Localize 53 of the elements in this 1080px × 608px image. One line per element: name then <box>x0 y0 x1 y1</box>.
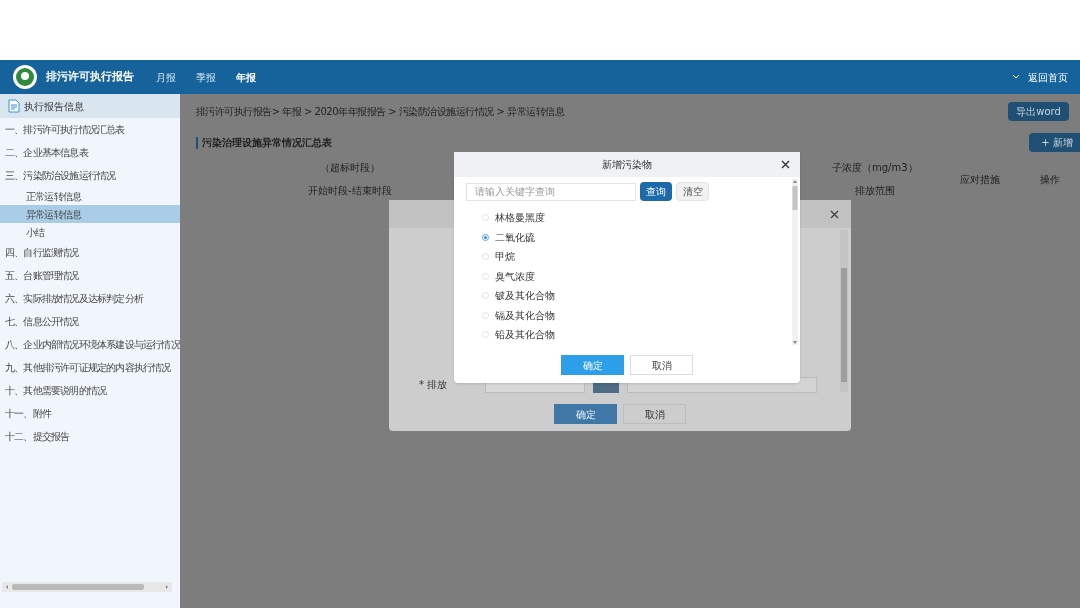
add-button[interactable]: + 新增 <box>1029 133 1080 152</box>
sidebar-item[interactable]: 十一、附件 <box>0 402 180 425</box>
nav-tab[interactable]: 年报 <box>236 69 256 85</box>
home-link[interactable]: 返回首页 <box>1028 69 1068 85</box>
column-header: 操作 <box>1039 172 1060 187</box>
column-header: 子浓度（mg/m3） <box>832 161 918 175</box>
sidebar-heading[interactable]: 执行报告信息 <box>0 94 180 118</box>
section-title: 污染治理设施异常情况汇总表 <box>201 136 332 150</box>
column-header: 开始时段-结束时段 <box>308 184 392 198</box>
breadcrumb: 排污许可执行报告> 年报 > 2020年年报报告 > 污染防治设施运行情况 > 异常运转信息 <box>195 105 565 119</box>
cancel-button[interactable]: 取消 <box>630 355 693 375</box>
sidebar-item[interactable]: 四、自行监测情况 <box>0 241 180 264</box>
sidebar-item[interactable]: 九、其他排污许可证规定的内容执行情况 <box>0 356 180 379</box>
nav-tab[interactable]: 季报 <box>196 69 216 85</box>
search-button[interactable]: 查询 <box>640 182 672 201</box>
option-label: 臭气浓度 <box>495 269 535 284</box>
option-label: 铍及其化合物 <box>495 289 555 304</box>
sidebar-item[interactable]: 五、台账管理情况 <box>0 264 180 287</box>
column-header: 排放范围 <box>854 184 895 198</box>
sidebar-item[interactable]: 六、实际排放情况及达标判定分析 <box>0 287 180 310</box>
field-label: * 排放 <box>419 378 448 392</box>
sidebar-item[interactable]: 七、信息公开情况 <box>0 310 180 333</box>
horizontal-scrollbar[interactable] <box>2 582 172 592</box>
modal-title: 新增污染物 <box>602 158 652 172</box>
close-icon[interactable] <box>830 209 839 219</box>
export-button[interactable]: 导出word <box>1008 102 1069 121</box>
column-header: （超标时段） <box>319 161 380 175</box>
sidebar-item[interactable]: 十、其他需要说明的情况 <box>0 379 180 402</box>
sidebar-item[interactable]: 十二、提交报告 <box>0 425 180 448</box>
sidebar-item[interactable]: 二、企业基本信息表 <box>0 141 180 164</box>
app-title: 排污许可执行报告 <box>46 68 134 85</box>
column-header: 应对措施 <box>959 172 1000 187</box>
emblem-icon <box>12 64 38 90</box>
confirm-button[interactable]: 确定 <box>554 404 617 424</box>
clear-button[interactable]: 清空 <box>676 182 709 201</box>
document-icon <box>8 99 20 113</box>
sidebar-item[interactable]: 三、污染防治设施运行情况 <box>0 164 180 187</box>
nav-tab[interactable]: 月报 <box>156 69 176 85</box>
sidebar-item[interactable]: 异常运转信息 <box>0 205 180 223</box>
sidebar-item[interactable]: 一、排污许可执行情况汇总表 <box>0 118 180 141</box>
vertical-scrollbar[interactable] <box>792 179 798 345</box>
chevron-down-icon[interactable] <box>1012 74 1020 80</box>
option-label: 林格曼黑度 <box>495 211 545 226</box>
option-label: 甲烷 <box>495 250 515 265</box>
sidebar-item[interactable]: 正常运转信息 <box>0 187 180 205</box>
option-label: 二氧化硫 <box>495 230 535 245</box>
cancel-button[interactable]: 取消 <box>623 404 686 424</box>
option-label: 铅及其化合物 <box>495 328 555 343</box>
close-icon[interactable] <box>781 160 790 169</box>
option-label: 镉及其化合物 <box>495 308 555 323</box>
vertical-scrollbar[interactable] <box>840 230 848 392</box>
sidebar-item[interactable]: 小结 <box>0 223 180 241</box>
search-field[interactable]: 请输入关键字查询 <box>466 182 636 201</box>
